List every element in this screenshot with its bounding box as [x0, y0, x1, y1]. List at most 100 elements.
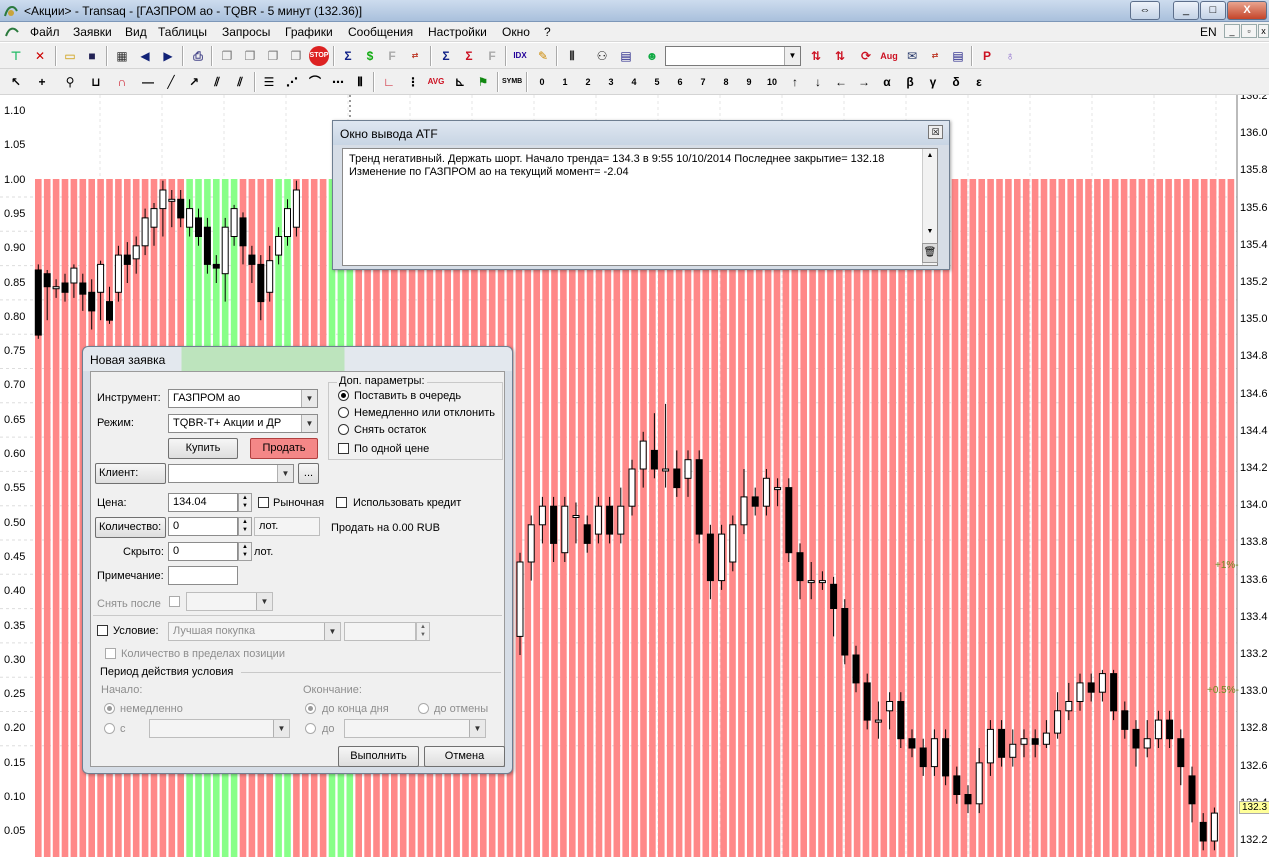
up-arrow-icon[interactable]: ▲: [239, 543, 251, 551]
client-select[interactable]: ▼: [168, 464, 294, 483]
price-input[interactable]: 134.04: [168, 493, 238, 512]
use-credit-checkbox[interactable]: [336, 497, 347, 508]
delta-icon[interactable]: δ: [946, 72, 966, 92]
condition-spinner[interactable]: ▲ ▼: [416, 622, 430, 641]
chevron-down-icon[interactable]: ▼: [273, 720, 289, 737]
wave-4-icon[interactable]: 4: [624, 72, 644, 92]
cup-icon[interactable]: ♁: [1000, 46, 1020, 66]
save-icon[interactable]: ■: [82, 46, 102, 66]
idx-icon[interactable]: IDX: [510, 46, 530, 66]
menu-file[interactable]: Файл: [30, 25, 60, 39]
minimize-button[interactable]: _: [1173, 1, 1199, 20]
refresh-icon[interactable]: ⟳: [856, 46, 876, 66]
cancel-rest-radio[interactable]: [338, 424, 349, 435]
menu-requests[interactable]: Запросы: [222, 25, 270, 39]
print-icon[interactable]: ⎙: [188, 46, 208, 66]
table-edit-icon[interactable]: ▤: [616, 46, 636, 66]
sum-p-icon[interactable]: Σ: [436, 46, 456, 66]
instrument-combo[interactable]: ▼: [665, 46, 801, 66]
up-arrow-icon[interactable]: ▲: [417, 623, 429, 631]
back-arrow-icon[interactable]: ◀: [135, 46, 155, 66]
paste2-icon[interactable]: ❐: [286, 46, 306, 66]
hline-icon[interactable]: —: [138, 72, 158, 92]
up-arrow-icon[interactable]: ↑: [785, 72, 805, 92]
wave-10-icon[interactable]: 10: [762, 72, 782, 92]
hidden-input[interactable]: 0: [168, 542, 238, 561]
channel-icon[interactable]: ⫽: [207, 72, 227, 92]
binoculars-icon[interactable]: ⚇: [592, 46, 612, 66]
sigma-icon[interactable]: Σ: [338, 46, 358, 66]
news-icon[interactable]: ✉: [902, 46, 922, 66]
fs-icon[interactable]: F: [382, 46, 402, 66]
lcross-icon[interactable]: ∟: [379, 72, 399, 92]
aug-label-icon[interactable]: AVG: [426, 72, 446, 92]
p-icon[interactable]: P: [977, 46, 997, 66]
table-icon[interactable]: ▦: [112, 46, 132, 66]
remove-after-select[interactable]: ▼: [186, 592, 273, 611]
symbol-icon[interactable]: ⚑: [473, 72, 493, 92]
menu-tables[interactable]: Таблицы: [158, 25, 207, 39]
pointer-icon[interactable]: ↖: [6, 72, 26, 92]
chevron-down-icon[interactable]: ▼: [301, 415, 317, 432]
maximize-button[interactable]: □: [1200, 1, 1226, 20]
fib-icon[interactable]: ☰: [259, 72, 279, 92]
client-button[interactable]: Клиент:: [95, 463, 166, 484]
arrows-red2-icon[interactable]: ⇅: [830, 46, 850, 66]
atf-scrollbar[interactable]: ▲ ▼ 🗑: [922, 149, 938, 265]
fan-icon[interactable]: ⋰: [282, 72, 302, 92]
down-arrow-icon[interactable]: ▼: [239, 551, 251, 559]
start-date-select[interactable]: ▼: [149, 719, 290, 738]
market-checkbox[interactable]: [258, 497, 269, 508]
quantity-spinner[interactable]: ▲ ▼: [238, 517, 252, 536]
mdi-restore-button[interactable]: ▫: [1241, 24, 1257, 38]
wave-3-icon[interactable]: 3: [601, 72, 621, 92]
end-date-select[interactable]: ▼: [344, 719, 486, 738]
restore-button[interactable]: ⇔: [1130, 1, 1160, 20]
crosshair-icon[interactable]: +: [32, 72, 52, 92]
chevron-down-icon[interactable]: ▼: [469, 720, 485, 737]
close-icon[interactable]: ☒: [928, 125, 943, 139]
symbol-label-icon[interactable]: SYMB: [502, 72, 522, 92]
end-day-radio[interactable]: [305, 703, 316, 714]
hidden-spinner[interactable]: ▲ ▼: [238, 542, 252, 561]
end-until-radio[interactable]: [305, 723, 316, 734]
up-arrow-icon[interactable]: ▲: [239, 494, 251, 502]
angle-icon[interactable]: ⊾: [450, 72, 470, 92]
language-indicator[interactable]: EN: [1200, 25, 1217, 39]
wave-9-icon[interactable]: 9: [739, 72, 759, 92]
scroll-down-icon[interactable]: ▼: [923, 225, 937, 239]
menu-messages[interactable]: Сообщения: [348, 25, 413, 39]
wave-6-icon[interactable]: 6: [670, 72, 690, 92]
menu-orders[interactable]: Заявки: [73, 25, 112, 39]
new-order-icon[interactable]: ⊤: [6, 46, 26, 66]
wave-5-icon[interactable]: 5: [647, 72, 667, 92]
mode-select[interactable]: TQBR-T+ Акции и ДР ▼: [168, 414, 318, 433]
open-icon[interactable]: ▭: [60, 46, 80, 66]
f-icon[interactable]: F: [482, 46, 502, 66]
single-price-checkbox[interactable]: [338, 443, 349, 454]
chevron-down-icon[interactable]: ▼: [784, 47, 800, 65]
wave-1-icon[interactable]: 1: [555, 72, 575, 92]
timezones-icon[interactable]: ⦀: [350, 72, 370, 92]
magnet-icon[interactable]: ∩: [112, 72, 132, 92]
parallel-icon[interactable]: ⫽: [230, 72, 250, 92]
condition-select[interactable]: Лучшая покупка ▼: [168, 622, 341, 641]
menu-view[interactable]: Вид: [125, 25, 147, 39]
cancel-order-icon[interactable]: ✕: [30, 46, 50, 66]
menu-help[interactable]: ?: [544, 25, 551, 39]
trash-icon[interactable]: 🗑: [922, 243, 938, 263]
end-cancel-radio[interactable]: [418, 703, 429, 714]
qty-in-position-checkbox[interactable]: [105, 648, 116, 659]
wave-7-icon[interactable]: 7: [693, 72, 713, 92]
paste-icon[interactable]: ❐: [263, 46, 283, 66]
execute-button[interactable]: Выполнить: [338, 746, 419, 767]
condition-value-input[interactable]: [344, 622, 416, 641]
up-arrow-icon[interactable]: ▲: [239, 518, 251, 526]
queue-radio[interactable]: [338, 390, 349, 401]
notes-icon[interactable]: ▤: [948, 46, 968, 66]
note-input[interactable]: [168, 566, 238, 585]
arc-icon[interactable]: ⌒: [305, 72, 325, 92]
left-arrow-icon[interactable]: ←: [831, 72, 851, 92]
buy-button[interactable]: Купить: [168, 438, 238, 459]
down-arrow-icon[interactable]: ▼: [239, 502, 251, 510]
